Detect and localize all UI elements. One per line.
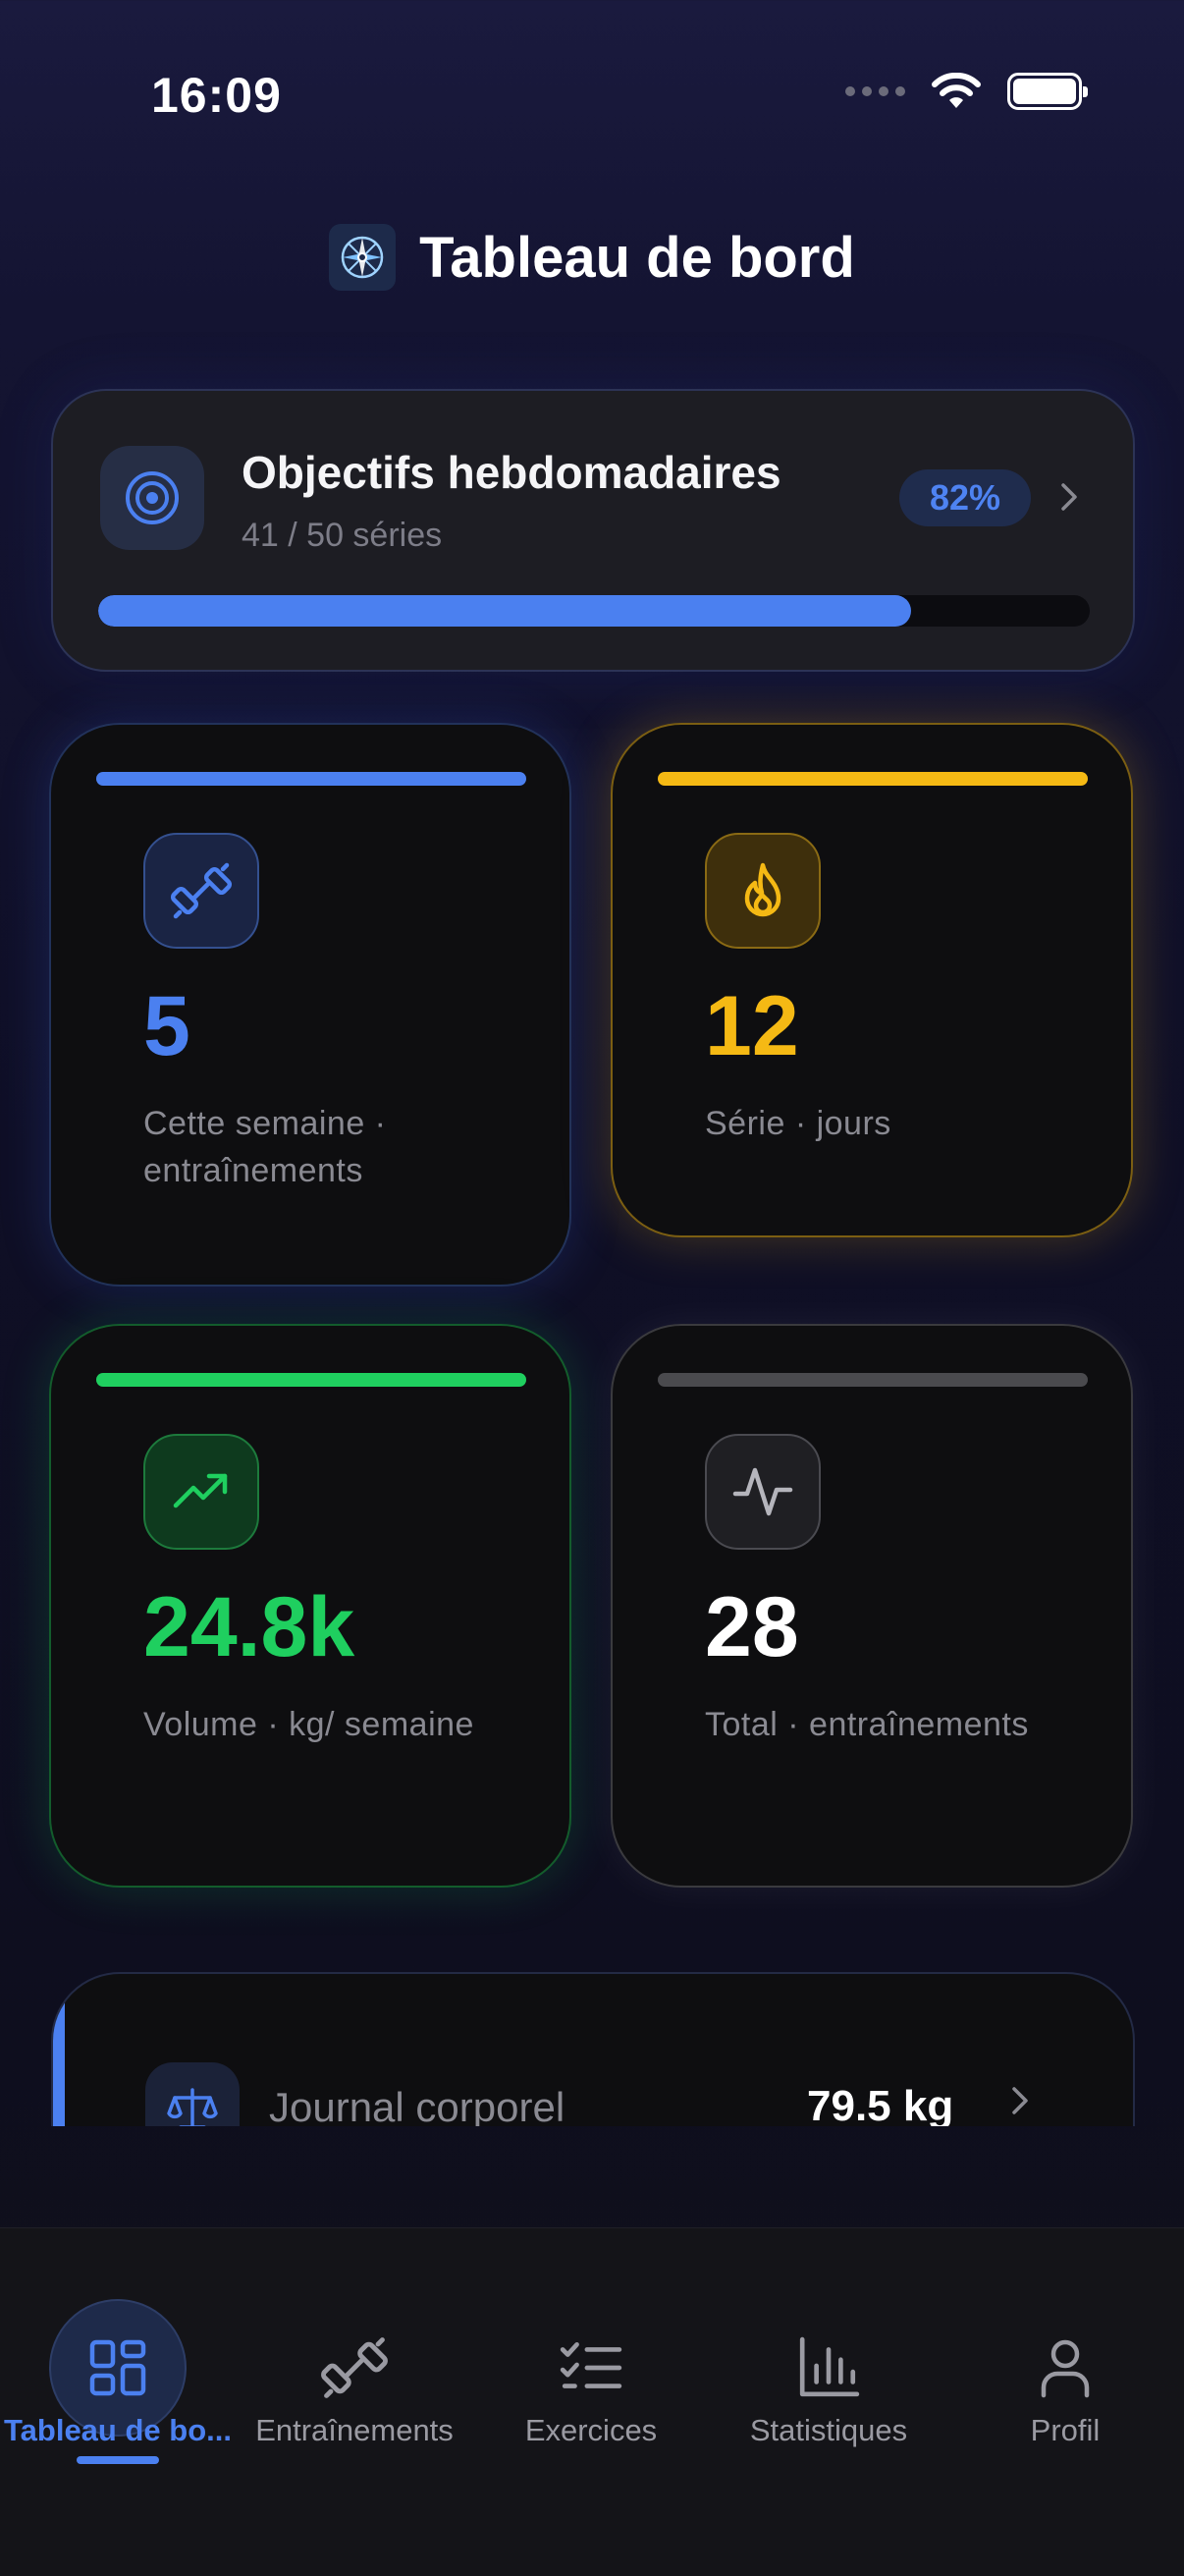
wifi-icon <box>932 73 981 108</box>
status-icons <box>845 73 1088 110</box>
target-icon <box>100 446 204 550</box>
trending-up-icon <box>143 1434 259 1550</box>
body-journal-card[interactable]: Journal corporel 79.5 kg <box>51 1972 1135 2126</box>
goals-percent-badge: 82% <box>899 469 1031 526</box>
activity-icon <box>705 1434 821 1550</box>
tab-bar: Tableau de bo... Entraînements Exercices <box>0 2227 1184 2576</box>
stat-card-volume[interactable]: 24.8k Volume · kg/ semaine <box>49 1324 571 1888</box>
journal-label: Journal corporel <box>269 2084 565 2126</box>
stat-label: Total · entraînements <box>705 1706 1029 1743</box>
stat-accent-bar <box>658 772 1088 786</box>
chevron-right-icon <box>1054 469 1084 524</box>
tab-label: Tableau de bo... <box>4 2413 232 2447</box>
battery-icon <box>1007 73 1088 110</box>
tab-label: Statistiques <box>749 2413 908 2447</box>
stat-accent-bar <box>96 772 526 786</box>
tab-statistics[interactable]: Statistiques <box>711 2228 946 2474</box>
status-time: 16:09 <box>151 68 282 123</box>
page-title: Tableau de bord <box>419 225 855 290</box>
stat-value: 28 <box>705 1580 799 1674</box>
stat-card-workouts-week[interactable]: 5 Cette semaine · entraînements <box>49 723 571 1287</box>
tab-workouts[interactable]: Entraînements <box>237 2228 472 2474</box>
active-tab-indicator <box>77 2456 159 2464</box>
tab-dashboard[interactable]: Tableau de bo... <box>0 2228 236 2474</box>
dumbbell-icon <box>143 833 259 949</box>
stat-value: 12 <box>705 979 799 1073</box>
stat-label: Série · jours <box>705 1105 891 1142</box>
journal-accent-bar <box>53 1974 65 2126</box>
goals-progress-bar <box>98 595 1090 627</box>
stat-card-streak[interactable]: 12 Série · jours <box>611 723 1133 1237</box>
weekly-goals-card[interactable]: Objectifs hebdomadaires 41 / 50 séries 8… <box>51 389 1135 672</box>
stat-label: Volume · kg/ semaine <box>143 1706 474 1743</box>
goals-progress-fill <box>98 595 912 627</box>
tab-label: Exercices <box>524 2413 658 2447</box>
stat-value: 5 <box>143 979 190 1073</box>
page-header: Tableau de bord <box>0 224 1184 291</box>
stat-card-total[interactable]: 28 Total · entraînements <box>611 1324 1133 1888</box>
journal-card-container: Journal corporel 79.5 kg <box>0 1954 1184 2126</box>
flame-icon <box>705 833 821 949</box>
compass-icon <box>329 224 397 291</box>
chevron-right-icon <box>1011 2086 1029 2120</box>
tab-label: Profil <box>1030 2413 1101 2447</box>
stat-accent-bar <box>658 1373 1088 1387</box>
cellular-dots-icon <box>845 86 905 96</box>
goals-subtitle: 41 / 50 séries <box>242 517 443 554</box>
journal-value: 79.5 kg <box>807 2082 954 2126</box>
tab-exercises[interactable]: Exercices <box>473 2228 709 2474</box>
scale-icon <box>145 2062 240 2126</box>
stat-value: 24.8k <box>143 1580 355 1674</box>
stat-label: Cette semaine · entraînements <box>143 1105 387 1189</box>
goals-title: Objectifs hebdomadaires <box>242 447 781 498</box>
stat-accent-bar <box>96 1373 526 1387</box>
tab-profile[interactable]: Profil <box>947 2228 1183 2474</box>
tab-label: Entraînements <box>255 2413 454 2447</box>
